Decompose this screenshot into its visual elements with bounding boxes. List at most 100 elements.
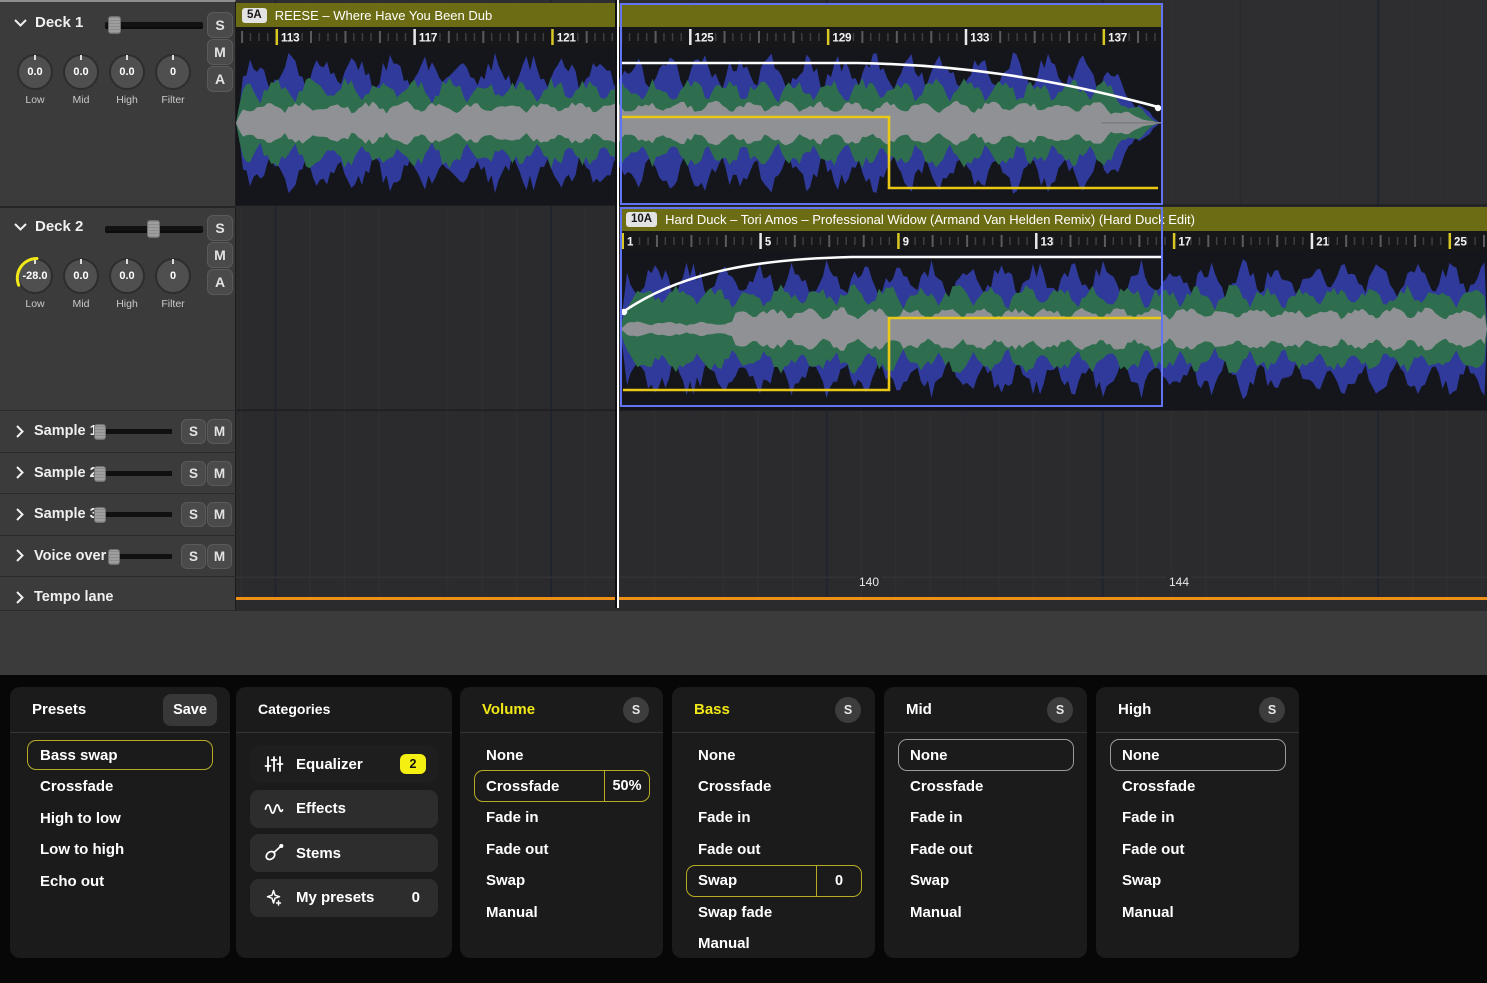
deck1-volume-slider[interactable] [105,16,203,34]
selected-option-outline: 0 [686,865,862,897]
preset-item-low-to-high[interactable]: Low to high [10,835,230,865]
volume-option-fade-in[interactable]: Fade in [460,803,663,833]
mid-option-swap[interactable]: Swap [884,866,1087,896]
selection-box-deck1[interactable] [620,3,1163,205]
lane-mute-button[interactable]: M [207,544,232,569]
chevron-right-icon [16,466,24,479]
stems-icon [264,844,284,862]
lane-label: Sample 1 [34,423,98,439]
timeline-area[interactable]: 5A REESE – Where Have You Been Dub 11311… [236,0,1487,610]
bass-solo-button[interactable]: S [835,697,861,723]
lane-row-sample-3[interactable]: Sample 3SM [0,493,236,535]
volume-solo-button[interactable]: S [623,697,649,723]
preset-item-crossfade[interactable]: Crossfade [10,772,230,802]
lane-volume-slider[interactable] [94,507,172,523]
toolbar: + Automix ✂ Edit 16 [0,610,1487,675]
high-option-fade-out[interactable]: Fade out [1096,834,1299,864]
deck2-header[interactable]: Deck 2 [14,218,83,235]
lane-volume-slider[interactable] [94,466,172,482]
bass-option-swap-fade[interactable]: Swap fade [672,897,875,927]
high-option-none[interactable]: None [1096,740,1299,770]
lane-solo-button[interactable]: S [181,544,206,569]
lane-volume-slider[interactable] [108,549,172,565]
deck1-header[interactable]: Deck 1 [14,14,83,31]
bass-option-fade-out[interactable]: Fade out [672,834,875,864]
category-item-stems[interactable]: Stems [250,834,438,872]
save-preset-button[interactable]: Save [163,694,217,726]
presets-title: Presets [32,701,86,718]
option-value[interactable]: 50% [604,771,649,801]
volume-option-none[interactable]: None [460,740,663,770]
volume-option-fade-out[interactable]: Fade out [460,834,663,864]
category-count: 0 [412,889,420,906]
channel-panel: Deck 1 SMA 0.0Low0.0Mid0.0High0Filter De… [0,0,236,610]
category-item-effects[interactable]: Effects [250,790,438,828]
deck1-label: Deck 1 [35,14,83,31]
lane-solo-button[interactable]: S [181,419,206,444]
high-option-fade-in[interactable]: Fade in [1096,803,1299,833]
lane-mute-button[interactable]: M [207,502,232,527]
deck2-volume-slider[interactable] [105,220,203,238]
volume-option-manual[interactable]: Manual [460,897,663,927]
lane-row-voice-over[interactable]: Voice overSM [0,535,236,577]
effects-icon [264,800,284,818]
sparkle-icon [264,889,284,907]
lane-row-sample-1[interactable]: Sample 1 SM [0,410,236,452]
preset-item-bass-swap[interactable]: Bass swap [10,740,230,770]
chevron-right-icon [16,425,24,438]
lane-solo-button[interactable]: S [181,502,206,527]
high-solo-button[interactable]: S [1259,697,1285,723]
category-item-my-presets[interactable]: My presets0 [250,879,438,917]
deck1-filter-knob[interactable]: 0Filter [134,54,212,106]
selected-option-outline [1110,739,1286,771]
volume-option-crossfade[interactable]: Crossfade50% [460,771,663,801]
bass-option-swap[interactable]: Swap0 [672,866,875,896]
lane-volume-slider[interactable] [94,424,172,440]
mid-option-none[interactable]: None [884,740,1087,770]
preset-item-high-to-low[interactable]: High to low [10,803,230,833]
lane-solo-button[interactable]: S [181,461,206,486]
high-option-swap[interactable]: Swap [1096,866,1299,896]
bass-option-fade-in[interactable]: Fade in [672,803,875,833]
mid-column-panel: Mid S NoneCrossfadeFade inFade outSwapManu… [884,687,1087,958]
mid-option-fade-out[interactable]: Fade out [884,834,1087,864]
playhead[interactable] [617,0,619,608]
bass-option-manual[interactable]: Manual [672,928,875,958]
automix-app: 5A REESE – Where Have You Been Dub 11311… [0,0,1487,983]
deck2-filter-knob[interactable]: 0Filter [134,258,212,310]
bass-column-panel: BassSNoneCrossfadeFade inFade outSwap0Sw… [672,687,875,958]
lane-label: Sample 2 [34,465,98,481]
deck2-solo-button[interactable]: S [207,215,233,241]
high-option-crossfade[interactable]: Crossfade [1096,771,1299,801]
volume-column-panel: VolumeSNoneCrossfade50%Fade inFade outSw… [460,687,663,958]
option-value[interactable]: 0 [816,866,861,896]
mid-option-crossfade[interactable]: Crossfade [884,771,1087,801]
categories-title: Categories [258,701,330,717]
selection-box-deck2[interactable] [620,207,1163,407]
selected-option-outline [898,739,1074,771]
mid-solo-button[interactable]: S [1047,697,1073,723]
column-title: High [1118,701,1151,718]
master-bar-label: 144 [1166,575,1192,589]
chevron-down-icon [14,223,27,231]
preset-item-echo-out[interactable]: Echo out [10,866,230,896]
tempo-automation-line[interactable] [236,597,1487,600]
lane-row-sample-2[interactable]: Sample 2 SM [0,452,236,494]
deck2-label: Deck 2 [35,218,83,235]
high-column-panel: High S NoneCrossfadeFade inFade outSwapMan… [1096,687,1299,958]
lane-mute-button[interactable]: M [207,461,232,486]
master-bar-label: 140 [856,575,882,589]
lane-mute-button[interactable]: M [207,419,232,444]
high-option-manual[interactable]: Manual [1096,897,1299,927]
mid-option-manual[interactable]: Manual [884,897,1087,927]
bass-option-none[interactable]: None [672,740,875,770]
column-title: Mid [906,701,932,718]
category-item-equalizer[interactable]: Equalizer2 [250,745,438,783]
bass-option-crossfade[interactable]: Crossfade [672,771,875,801]
deck1-solo-button[interactable]: S [207,12,233,38]
presets-panel: Presets Save Bass swapCrossfadeHigh to l… [10,687,230,958]
volume-option-swap[interactable]: Swap [460,866,663,896]
knob-label: Filter [134,94,212,106]
chevron-right-icon [16,591,24,604]
mid-option-fade-in[interactable]: Fade in [884,803,1087,833]
